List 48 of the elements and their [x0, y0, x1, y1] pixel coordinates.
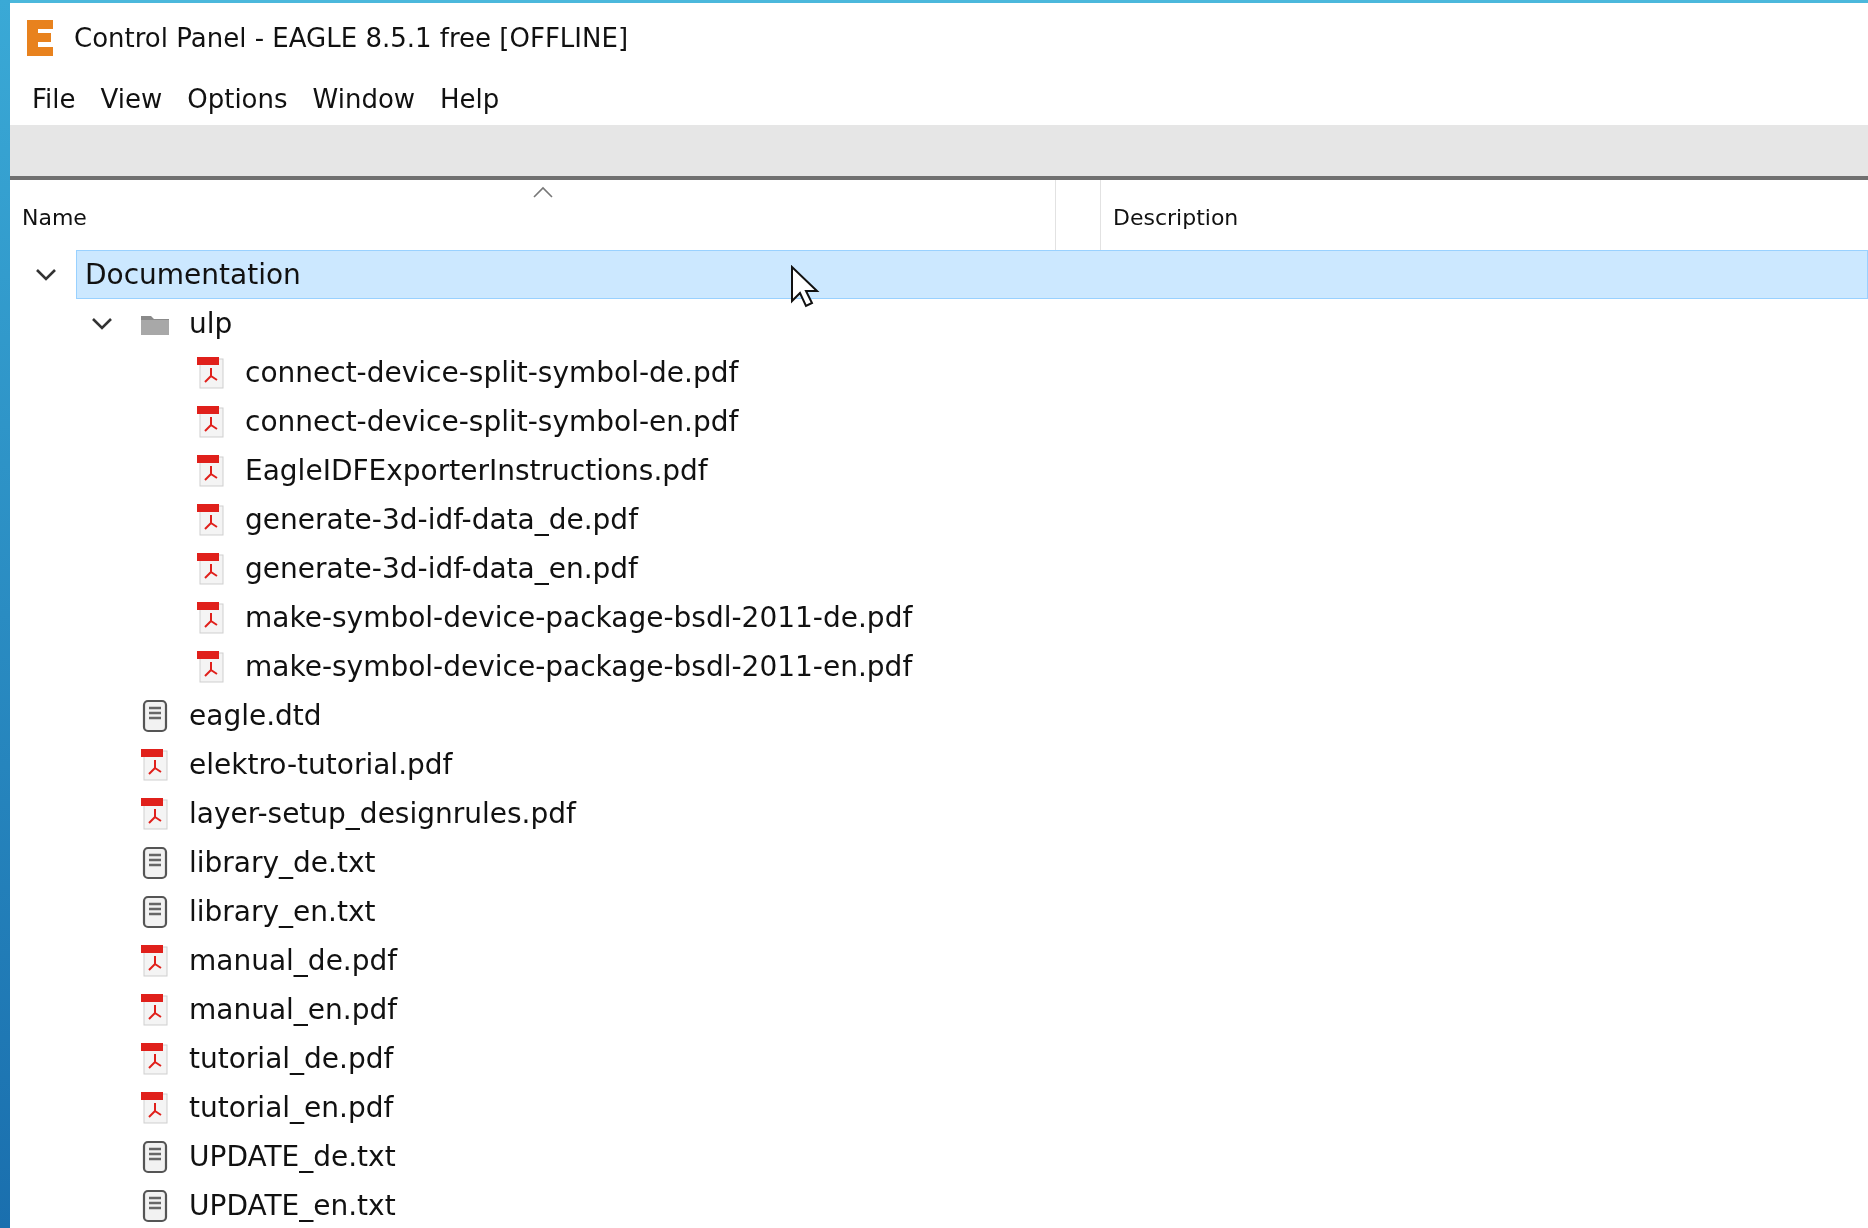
- column-header[interactable]: Description: [1101, 180, 1868, 250]
- chevron-icon[interactable]: [34, 267, 58, 282]
- pdf-file-icon: [196, 600, 226, 635]
- tree-item[interactable]: tutorial_de.pdf: [180, 1034, 1868, 1083]
- pdf-file-icon: [140, 1041, 170, 1076]
- menu-item[interactable]: File: [22, 80, 91, 118]
- window-title: Control Panel - EAGLE 8.5.1 free [OFFLINE]: [74, 23, 629, 53]
- tree-item[interactable]: make-symbol-device-package-bsdl-2011-en.pdf: [236, 642, 1868, 691]
- text-file-icon: [140, 1139, 170, 1174]
- pdf-file-icon: [140, 796, 170, 831]
- tree-item[interactable]: generate-3d-idf-data_de.pdf: [236, 495, 1868, 544]
- pdf-file-icon: [196, 355, 226, 390]
- text-file-icon: [140, 698, 170, 733]
- tree-item[interactable]: connect-device-split-symbol-en.pdf: [236, 397, 1868, 446]
- tree-item[interactable]: UPDATE_de.txt: [180, 1132, 1868, 1181]
- menu-item[interactable]: Help: [430, 80, 515, 118]
- text-file-icon: [140, 1188, 170, 1223]
- tree-item[interactable]: tutorial_en.pdf: [180, 1083, 1868, 1132]
- text-file-icon: [140, 845, 170, 880]
- tree-item[interactable]: eagle.dtd: [180, 691, 1868, 740]
- pdf-file-icon: [140, 943, 170, 978]
- tree-item[interactable]: ulp: [180, 299, 1868, 348]
- tree-item[interactable]: layer-setup_designrules.pdf: [180, 789, 1868, 838]
- tree-item[interactable]: generate-3d-idf-data_en.pdf: [236, 544, 1868, 593]
- menu-item[interactable]: Options: [177, 80, 303, 118]
- pdf-file-icon: [140, 992, 170, 1027]
- tree-item[interactable]: manual_de.pdf: [180, 936, 1868, 985]
- chevron-icon[interactable]: [90, 316, 114, 331]
- pdf-file-icon: [196, 649, 226, 684]
- tree-item[interactable]: Documentation: [76, 250, 1868, 299]
- tree-item[interactable]: library_en.txt: [180, 887, 1868, 936]
- pdf-file-icon: [196, 502, 226, 537]
- pdf-file-icon: [196, 453, 226, 488]
- text-file-icon: [140, 894, 170, 929]
- pdf-file-icon: [140, 747, 170, 782]
- tree-item[interactable]: UPDATE_en.txt: [180, 1181, 1868, 1228]
- pdf-file-icon: [196, 404, 226, 439]
- tree-item[interactable]: library_de.txt: [180, 838, 1868, 887]
- menu-item[interactable]: View: [90, 80, 178, 118]
- tree-item[interactable]: connect-device-split-symbol-de.pdf: [236, 348, 1868, 397]
- menu-item[interactable]: Window: [302, 80, 431, 118]
- tree-item[interactable]: elektro-tutorial.pdf: [180, 740, 1868, 789]
- pdf-file-icon: [196, 551, 226, 586]
- pdf-file-icon: [140, 1090, 170, 1125]
- app-logo-icon: [24, 18, 56, 58]
- tree-item[interactable]: EagleIDFExporterInstructions.pdf: [236, 446, 1868, 495]
- tree-item[interactable]: make-symbol-device-package-bsdl-2011-de.pdf: [236, 593, 1868, 642]
- tree-item[interactable]: manual_en.pdf: [180, 985, 1868, 1034]
